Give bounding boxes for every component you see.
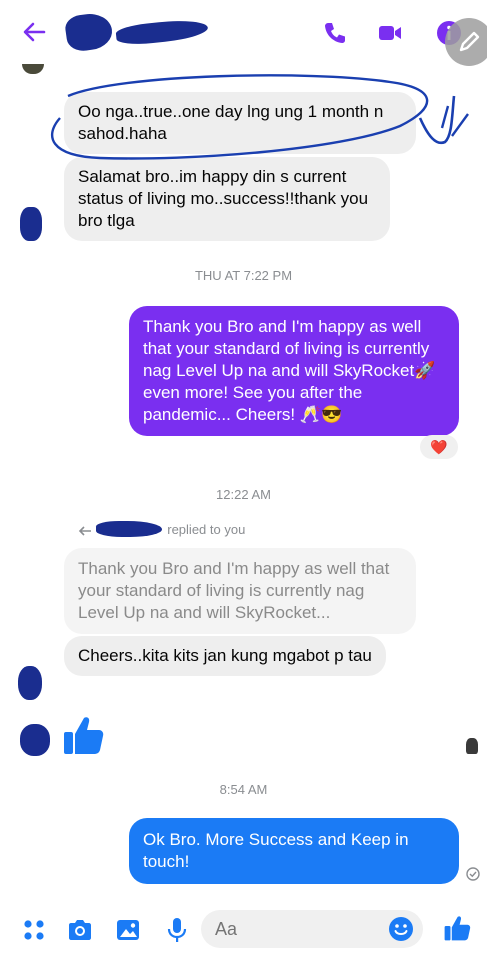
- camera-icon[interactable]: [66, 916, 94, 944]
- contact-avatar-redacted[interactable]: [63, 10, 115, 54]
- sent-message[interactable]: Thank you Bro and I'm happy as well that…: [129, 306, 459, 436]
- quoted-text: Thank you Bro and I'm happy as well that…: [78, 559, 390, 622]
- reply-arrow-icon: [78, 525, 91, 536]
- message-text: Cheers..kita kits jan kung mgabot p tau: [78, 646, 372, 665]
- sent-message[interactable]: Ok Bro. More Success and Keep in touch!: [129, 818, 459, 884]
- timestamp: THU AT 7:22 PM: [194, 268, 293, 283]
- microphone-icon[interactable]: [163, 916, 191, 944]
- timestamp: 12:22 AM: [216, 487, 271, 502]
- thumbs-up-icon[interactable]: [60, 712, 106, 758]
- arrow-left-icon[interactable]: [20, 18, 48, 46]
- read-receipt-avatar: [466, 738, 478, 754]
- phone-icon[interactable]: [322, 20, 348, 46]
- message-text: Thank you Bro and I'm happy as well that…: [143, 317, 436, 424]
- contact-name-redacted[interactable]: [115, 17, 209, 47]
- delivered-check-icon: [466, 867, 480, 881]
- message-text: Salamat bro..im happy din s current stat…: [78, 167, 369, 230]
- menu-dots-icon[interactable]: [20, 916, 48, 944]
- received-message[interactable]: Cheers..kita kits jan kung mgabot p tau: [64, 636, 386, 676]
- annotation-scribble: [50, 74, 469, 160]
- quoted-message[interactable]: Thank you Bro and I'm happy as well that…: [64, 548, 416, 634]
- reaction-badge[interactable]: ❤️: [420, 435, 458, 459]
- sender-name-redacted: [95, 520, 162, 537]
- video-camera-icon[interactable]: [377, 20, 403, 46]
- floating-edit-button[interactable]: [445, 18, 487, 66]
- emoji-icon[interactable]: [388, 916, 414, 942]
- timestamp: 8:54 AM: [219, 782, 268, 797]
- contact-avatar-redacted: [18, 666, 42, 700]
- heart-icon: ❤️: [430, 439, 448, 455]
- pencil-icon: [459, 31, 480, 52]
- contact-avatar-redacted: [20, 207, 42, 241]
- conversation-header: [0, 0, 487, 66]
- reply-indicator: replied to you: [78, 520, 246, 542]
- thumbs-up-icon[interactable]: [442, 913, 472, 943]
- message-text: Ok Bro. More Success and Keep in touch!: [143, 830, 409, 871]
- image-icon[interactable]: [114, 916, 142, 944]
- reply-label: replied to you: [167, 522, 246, 537]
- contact-avatar-redacted: [20, 724, 50, 756]
